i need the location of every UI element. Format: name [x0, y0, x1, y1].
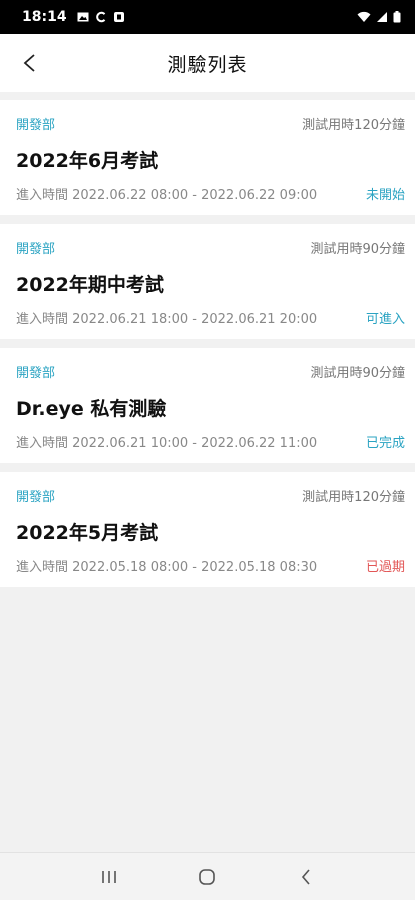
duration-label: 測試用時90分鐘: [310, 241, 405, 257]
back-icon: [301, 868, 310, 885]
exam-title: Dr.eye 私有測驗: [16, 398, 167, 420]
exam-title: 2022年6月考試: [16, 150, 159, 172]
battery-icon: [393, 11, 401, 23]
exam-title: 2022年期中考試: [16, 274, 164, 296]
chevron-left-icon: [23, 54, 35, 72]
status-badge: 已過期: [365, 559, 405, 575]
exam-card[interactable]: 開發部 測試用時90分鐘 Dr.eye 私有測驗 進入時間 2022.06.21…: [0, 348, 415, 463]
wifi-icon: [357, 11, 371, 22]
entry-time: 進入時間 2022.06.22 08:00 - 2022.06.22 09:00: [16, 187, 318, 203]
status-badge: 已完成: [365, 435, 405, 451]
status-time: 18:14: [22, 9, 67, 25]
department-label: 開發部: [16, 117, 56, 133]
nav-back-button[interactable]: [286, 857, 326, 897]
status-badge: 可進入: [365, 311, 405, 327]
status-bar: 18:14: [0, 0, 415, 34]
home-button[interactable]: [187, 857, 227, 897]
duration-label: 測試用時90分鐘: [310, 365, 405, 381]
signal-icon: [377, 12, 387, 22]
app-header: 測驗列表: [0, 34, 415, 92]
department-label: 開發部: [16, 365, 56, 381]
status-right: [357, 11, 401, 23]
exam-list: 開發部 測試用時120分鐘 2022年6月考試 進入時間 2022.06.22 …: [0, 100, 415, 596]
department-label: 開發部: [16, 489, 56, 505]
entry-time: 進入時間 2022.06.21 10:00 - 2022.06.22 11:00: [16, 435, 318, 451]
back-button[interactable]: [14, 48, 44, 78]
entry-time: 進入時間 2022.06.21 18:00 - 2022.06.21 20:00: [16, 311, 318, 327]
recent-apps-button[interactable]: [89, 857, 129, 897]
square-icon: [113, 12, 124, 22]
duration-label: 測試用時120分鐘: [302, 489, 405, 505]
c-icon: [95, 11, 105, 23]
exam-title: 2022年5月考試: [16, 522, 159, 544]
image-icon: [77, 12, 89, 22]
exam-card[interactable]: 開發部 測試用時120分鐘 2022年5月考試 進入時間 2022.05.18 …: [0, 472, 415, 587]
home-icon: [199, 868, 216, 885]
status-badge: 未開始: [365, 187, 405, 203]
department-label: 開發部: [16, 241, 56, 257]
duration-label: 測試用時120分鐘: [302, 117, 405, 133]
page-title: 測驗列表: [167, 53, 248, 76]
status-left: 18:14: [22, 9, 125, 25]
system-nav-bar: [0, 852, 415, 900]
exam-card[interactable]: 開發部 測試用時90分鐘 2022年期中考試 進入時間 2022.06.21 1…: [0, 224, 415, 339]
recent-apps-icon: [102, 870, 116, 883]
exam-card[interactable]: 開發部 測試用時120分鐘 2022年6月考試 進入時間 2022.06.22 …: [0, 100, 415, 215]
entry-time: 進入時間 2022.05.18 08:00 - 2022.05.18 08:30: [16, 559, 318, 575]
